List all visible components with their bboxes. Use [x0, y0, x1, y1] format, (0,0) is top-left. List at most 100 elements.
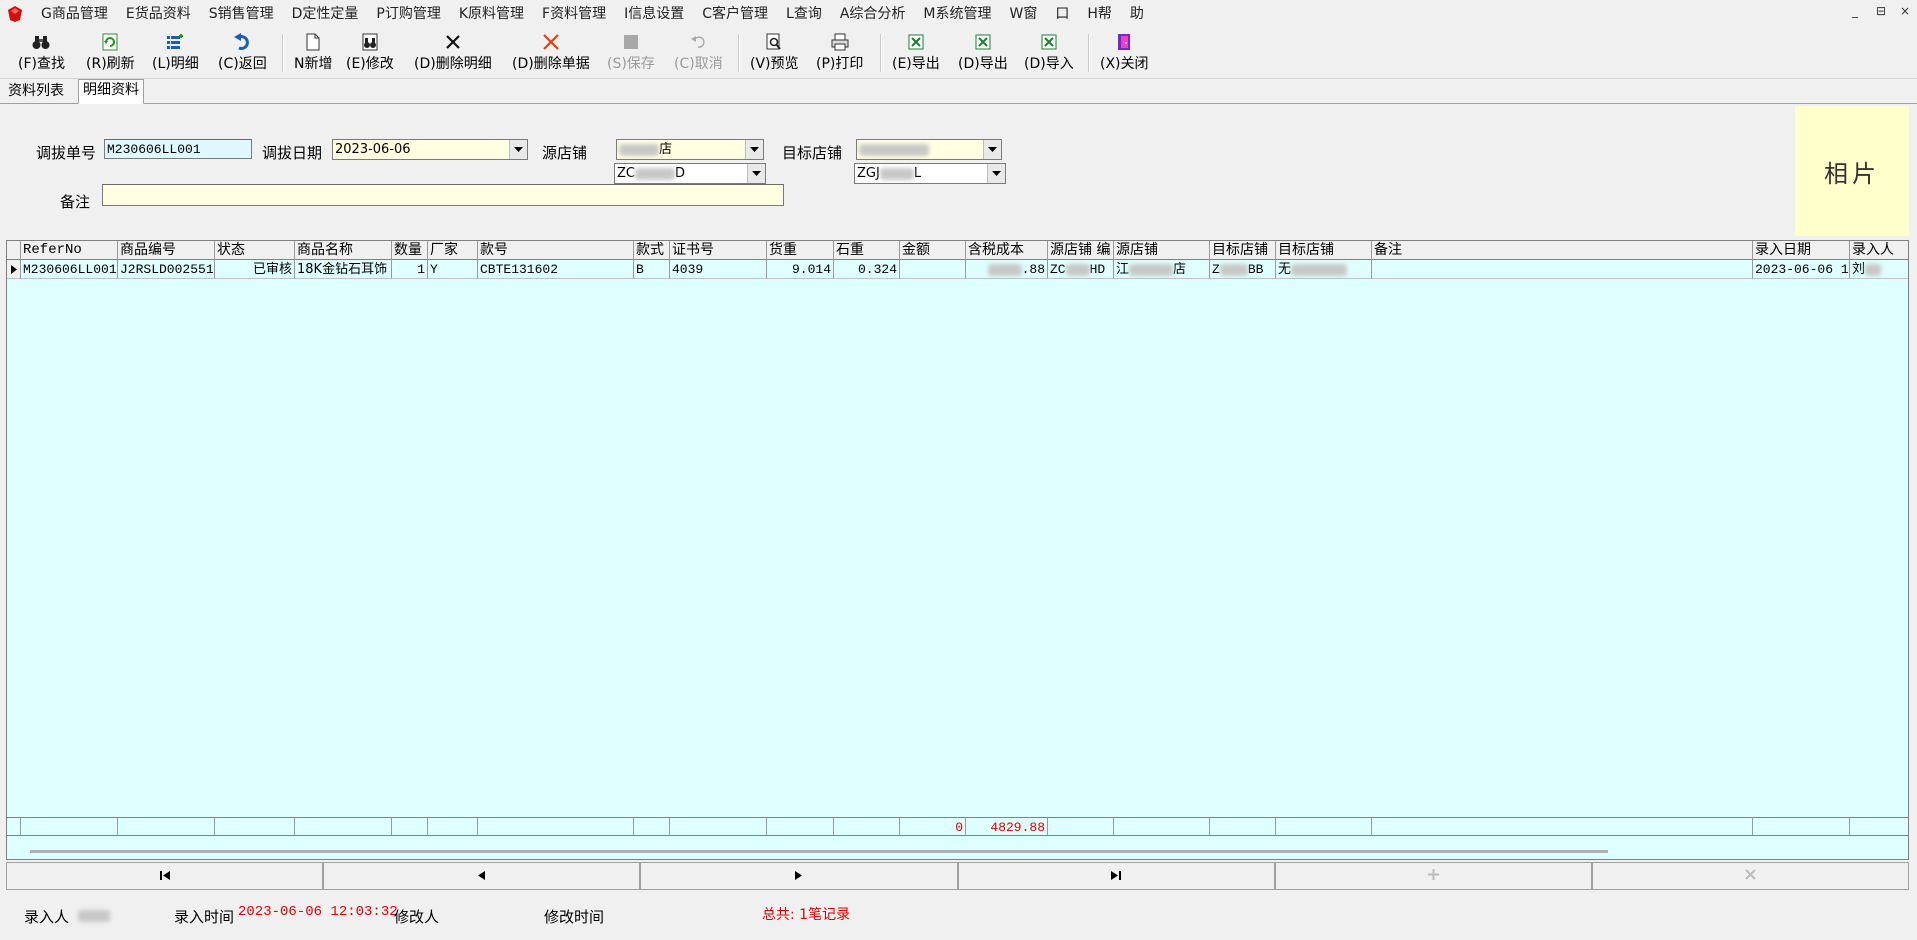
target-store-code-select[interactable]: ZGJ L — [854, 163, 1006, 184]
menu-goods[interactable]: G商品管理 — [32, 0, 117, 28]
col-remark[interactable]: 备注 — [1372, 241, 1753, 260]
next-record-button[interactable] — [640, 862, 958, 890]
col-source-code[interactable]: 源店铺 编 — [1048, 241, 1114, 260]
menu-help-2[interactable]: 助 — [1121, 0, 1153, 28]
export-button-2[interactable]: (D)导出 — [958, 30, 1008, 76]
chevron-down-icon[interactable] — [983, 140, 1001, 159]
cell-cert-no[interactable]: 4039 — [670, 260, 767, 279]
photo-panel[interactable]: 相片 — [1795, 106, 1909, 236]
col-qty[interactable]: 数量 — [392, 241, 428, 260]
restore-button[interactable]: ⊟ — [1876, 4, 1886, 18]
col-target-store[interactable]: 目标店铺 — [1276, 241, 1372, 260]
cell-qty[interactable]: 1 — [392, 260, 428, 279]
menu-orders[interactable]: P订购管理 — [367, 0, 449, 28]
first-record-button[interactable] — [6, 862, 324, 890]
col-target-code[interactable]: 目标店铺 — [1210, 241, 1276, 260]
cell-target-store[interactable]: 无 — [1276, 260, 1372, 279]
cell-product-name[interactable]: 18K金钻石耳饰 — [295, 260, 392, 279]
menu-analysis[interactable]: A综合分析 — [831, 0, 915, 28]
cell-status[interactable]: 已审核 — [215, 260, 295, 279]
menu-system[interactable]: M系统管理 — [914, 0, 1000, 28]
cell-product-no[interactable]: J2RSLD002551 — [118, 260, 215, 279]
cell-referno[interactable]: M230606LL001 — [21, 260, 118, 279]
scrollbar-thumb[interactable] — [30, 850, 1608, 853]
menu-settings[interactable]: I信息设置 — [615, 0, 693, 28]
last-record-button[interactable] — [957, 862, 1275, 890]
cell-vendor[interactable]: Y — [428, 260, 478, 279]
menu-customers[interactable]: C客户管理 — [693, 0, 777, 28]
menu-quality[interactable]: D定性定量 — [283, 0, 368, 28]
chevron-down-icon[interactable] — [745, 140, 763, 159]
cell-entry-user[interactable]: 刘 — [1850, 260, 1908, 279]
cell-stone-weight[interactable]: 0.324 — [834, 260, 900, 279]
menu-data[interactable]: F资料管理 — [533, 0, 615, 28]
cell-entry-date[interactable]: 2023-06-06 1: — [1753, 260, 1850, 279]
cell-target-code[interactable]: Z BB — [1210, 260, 1276, 279]
col-status[interactable]: 状态 — [215, 241, 295, 260]
refresh-button[interactable]: (R)刷新 — [86, 30, 135, 76]
transfer-date-picker[interactable]: 2023-06-06 — [332, 139, 528, 160]
cell-source-code[interactable]: ZC HD — [1048, 260, 1114, 279]
menu-window[interactable]: W窗 — [1001, 0, 1047, 28]
cell-amount[interactable] — [900, 260, 966, 279]
new-button[interactable]: N新增 — [294, 30, 332, 76]
cancel-button[interactable]: (C)取消 — [674, 30, 723, 76]
menu-query[interactable]: L查询 — [777, 0, 831, 28]
col-style[interactable]: 款式 — [634, 241, 670, 260]
post-record-button[interactable] — [1274, 862, 1592, 890]
minimize-button[interactable]: _ — [1852, 4, 1858, 18]
remark-field[interactable] — [102, 184, 784, 206]
cell-style-no[interactable]: CBTE131602 — [478, 260, 634, 279]
tab-detail[interactable]: 明细资料 — [78, 79, 144, 104]
table-row[interactable]: M230606LL001 J2RSLD002551 已审核 18K金钻石耳饰 1… — [7, 260, 1908, 279]
target-store-name-select[interactable] — [856, 139, 1002, 160]
delete-doc-button[interactable]: (D)删除单据 — [512, 30, 590, 76]
chevron-down-icon[interactable] — [747, 164, 765, 183]
col-source-store[interactable]: 源店铺 — [1114, 241, 1210, 260]
col-cost[interactable]: 含税成本 — [966, 241, 1048, 260]
col-product-name[interactable]: 商品名称 — [295, 241, 392, 260]
preview-button[interactable]: (V)预览 — [750, 30, 799, 76]
cell-cost[interactable]: .88 — [966, 260, 1048, 279]
col-entry-date[interactable]: 录入日期 — [1753, 241, 1850, 260]
chevron-down-icon[interactable] — [509, 140, 527, 159]
menu-help[interactable]: H帮 — [1078, 0, 1121, 28]
cell-style[interactable]: B — [634, 260, 670, 279]
horizontal-scrollbar[interactable] — [6, 844, 1909, 860]
transfer-no-field[interactable]: M230606LL001 — [104, 139, 252, 159]
cancel-record-button[interactable] — [1591, 862, 1910, 890]
delete-detail-button[interactable]: (D)删除明细 — [414, 30, 492, 76]
back-button[interactable]: (C)返回 — [218, 30, 267, 76]
print-button[interactable]: (P)打印 — [816, 30, 863, 76]
col-cert-no[interactable]: 证书号 — [670, 241, 767, 260]
chevron-down-icon[interactable] — [987, 164, 1005, 183]
menu-sales[interactable]: S销售管理 — [200, 0, 283, 28]
col-gold-weight[interactable]: 货重 — [767, 241, 834, 260]
col-product-no[interactable]: 商品编号 — [118, 241, 215, 260]
col-style-no[interactable]: 款号 — [478, 241, 634, 260]
detail-grid[interactable]: ReferNo 商品编号 状态 商品名称 数量 厂家 款号 款式 证书号 货重 … — [6, 240, 1909, 860]
menu-materials[interactable]: K原料管理 — [450, 0, 533, 28]
source-store-code-select[interactable]: ZC D — [614, 163, 766, 184]
prev-record-button[interactable] — [323, 862, 641, 890]
menu-window-2[interactable]: 口 — [1046, 0, 1078, 28]
detail-button[interactable]: (L)明细 — [152, 30, 199, 76]
tab-list[interactable]: 资料列表 — [4, 81, 68, 102]
cell-gold-weight[interactable]: 9.014 — [767, 260, 834, 279]
close-window-button[interactable]: × — [1900, 4, 1910, 18]
col-entry-user[interactable]: 录入人 — [1850, 241, 1908, 260]
col-referno[interactable]: ReferNo — [21, 241, 118, 260]
find-button[interactable]: (F)查找 — [18, 30, 65, 76]
import-button[interactable]: (D)导入 — [1024, 30, 1074, 76]
close-button[interactable]: (X)关闭 — [1100, 30, 1149, 76]
save-button[interactable]: (S)保存 — [607, 30, 655, 76]
col-amount[interactable]: 金额 — [900, 241, 966, 260]
cell-remark[interactable] — [1372, 260, 1753, 279]
col-vendor[interactable]: 厂家 — [428, 241, 478, 260]
export-button-1[interactable]: (E)导出 — [892, 30, 940, 76]
source-store-name-select[interactable]: 店 — [616, 139, 764, 160]
menu-products[interactable]: E货品资料 — [117, 0, 200, 28]
col-stone-weight[interactable]: 石重 — [834, 241, 900, 260]
edit-button[interactable]: (E)修改 — [346, 30, 394, 76]
cell-source-store[interactable]: 江店 — [1114, 260, 1210, 279]
